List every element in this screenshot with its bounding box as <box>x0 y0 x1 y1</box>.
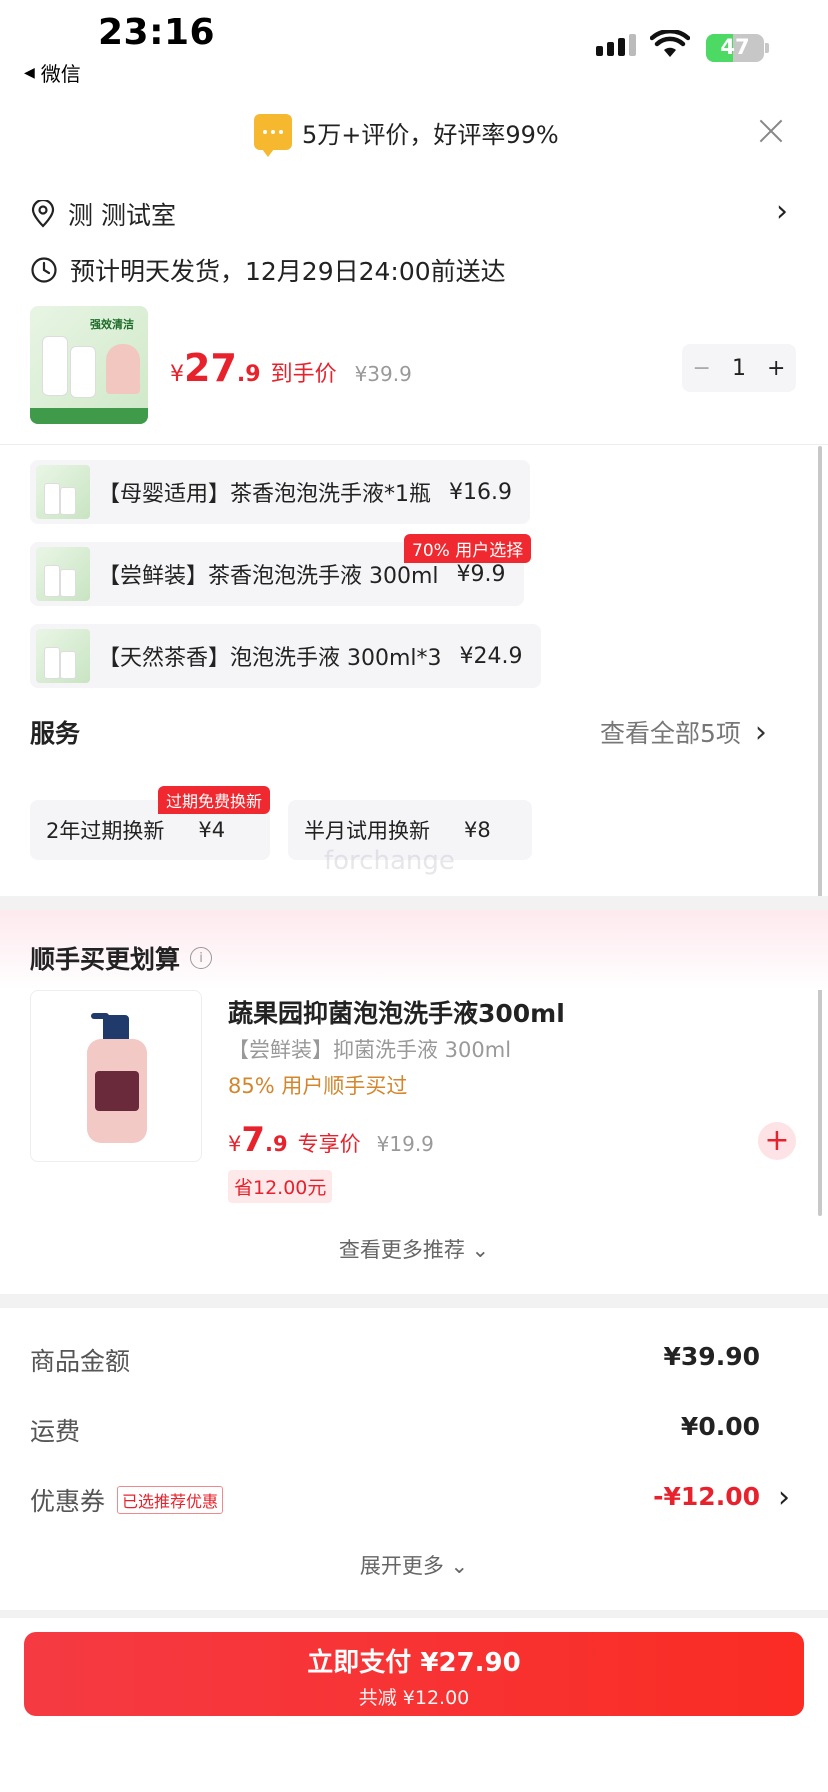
shipping-label: 运费 <box>30 1417 81 1446</box>
back-to-wechat[interactable]: ◀ 微信 <box>24 58 81 87</box>
price-decimal: .9 <box>236 362 261 387</box>
bundle-product-name[interactable]: 蔬果园抑菌泡泡洗手液300ml <box>228 994 565 1030</box>
services-title: 服务 <box>30 719 81 748</box>
quantity-stepper[interactable]: − 1 + <box>682 344 796 392</box>
sku-option[interactable]: 【天然茶香】泡泡洗手液 300ml*3 ¥24.9 <box>30 624 541 688</box>
bundle-product-image[interactable] <box>30 990 202 1162</box>
divider <box>0 444 828 445</box>
bundle-original-price: ¥19.9 <box>376 1132 434 1156</box>
address-row[interactable]: 测 测试室 <box>30 196 176 232</box>
bundle-price-integer: 7 <box>241 1120 266 1160</box>
bundle-product-price: ¥ 7 .9 专享价 ¥19.9 <box>228 1120 434 1160</box>
rating-banner: 5万+评价，好评率99% <box>254 114 559 157</box>
product-price: ¥ 27 .9 到手价 ¥39.9 <box>170 346 412 390</box>
sku-price: ¥9.9 <box>456 561 506 587</box>
bundle-price-label: 专享价 <box>297 1132 361 1156</box>
cellular-signal-icon <box>596 34 636 56</box>
sku-price: ¥24.9 <box>459 643 523 669</box>
back-arrow-icon: ◀ <box>24 64 35 81</box>
pay-discount-label: 共减 ¥12.00 <box>358 1687 470 1709</box>
battery-tip <box>765 43 769 53</box>
bundle-title-text: 顺手买更划算 <box>30 945 181 974</box>
sku-option[interactable]: 【母婴适用】茶香泡泡洗手液*1瓶 ¥16.9 <box>30 460 530 524</box>
section-gap <box>0 1294 828 1308</box>
sku-label: 【母婴适用】茶香泡泡洗手液*1瓶 <box>98 482 431 507</box>
more-recommendations-link[interactable]: 查看更多推荐 ⌄ <box>0 1234 828 1264</box>
quantity-value: 1 <box>731 355 746 381</box>
goods-amount-label: 商品金额 <box>30 1347 131 1376</box>
coupon-tag: 已选推荐优惠 <box>117 1486 224 1514</box>
coupon-value: -¥12.00 <box>653 1482 760 1511</box>
sku-thumbnail <box>36 465 90 519</box>
decrease-button[interactable]: − <box>693 356 711 381</box>
coupon-row[interactable]: 优惠券 已选推荐优惠 <box>30 1482 224 1518</box>
clock-icon <box>31 257 57 283</box>
chevron-right-icon[interactable]: › <box>776 194 788 229</box>
back-label: 微信 <box>40 62 81 86</box>
price-integer: 27 <box>184 346 237 390</box>
wifi-icon <box>649 28 691 64</box>
section-gap <box>0 1610 828 1618</box>
service-price: ¥8 <box>464 818 491 842</box>
info-icon[interactable]: i <box>190 947 213 969</box>
section-gap <box>0 896 828 910</box>
goods-amount-value: ¥39.90 <box>663 1342 760 1371</box>
delivery-row: 预计明天发货，12月29日24:00前送达 <box>30 252 506 288</box>
sku-label: 【天然茶香】泡泡洗手液 300ml*3 <box>98 646 442 671</box>
coupon-label: 优惠券 <box>30 1487 106 1516</box>
service-label: 2年过期换新 <box>46 819 165 843</box>
close-icon[interactable] <box>756 116 786 146</box>
price-label: 到手价 <box>270 362 337 387</box>
price-currency: ¥ <box>170 362 184 387</box>
watermark: forchange <box>324 846 455 876</box>
pay-now-label: 立即支付 ¥27.90 <box>307 1648 521 1678</box>
location-pin-icon <box>31 200 55 228</box>
delivery-text: 预计明天发货，12月29日24:00前送达 <box>70 257 506 286</box>
services-view-all[interactable]: 查看全部5项 › <box>600 714 767 750</box>
sku-thumbnail <box>36 629 90 683</box>
bundle-save-badge: 省12.00元 <box>228 1170 333 1203</box>
increase-button[interactable]: + <box>767 356 785 381</box>
sku-thumbnail <box>36 547 90 601</box>
bundle-product-stat: 85% 用户顺手买过 <box>228 1074 408 1098</box>
pay-now-button[interactable]: 立即支付 ¥27.90 共减 ¥12.00 <box>24 1632 804 1716</box>
chevron-right-icon: › <box>754 714 767 750</box>
original-price: ¥39.9 <box>354 362 412 386</box>
sku-label: 【尝鲜装】茶香泡泡洗手液 300ml <box>98 564 439 589</box>
service-price: ¥4 <box>198 818 226 842</box>
address-text: 测 测试室 <box>68 201 176 230</box>
bundle-price-decimal: .9 <box>265 1132 288 1156</box>
battery-level: 47 <box>720 35 750 59</box>
rating-text: 5万+评价，好评率99% <box>302 120 559 149</box>
shipping-value: ¥0.00 <box>680 1412 760 1441</box>
battery-icon: 47 <box>706 34 764 62</box>
product-image[interactable]: 强效清洁 <box>30 306 148 424</box>
bundle-title: 顺手买更划算 i <box>30 940 213 976</box>
bundle-product-spec: 【尝鲜装】抑菌洗手液 300ml <box>228 1038 512 1062</box>
sku-popular-badge: 70% 用户选择 <box>404 534 532 563</box>
chat-bubble-icon <box>254 114 292 157</box>
service-label: 半月试用换新 <box>304 819 430 843</box>
expand-more-link[interactable]: 展开更多 ⌄ <box>0 1550 828 1580</box>
bundle-price-currency: ¥ <box>228 1132 242 1156</box>
status-time: 23:16 <box>98 12 216 53</box>
sku-price: ¥16.9 <box>449 479 512 505</box>
chevron-right-icon[interactable]: › <box>778 1480 790 1515</box>
add-bundle-button[interactable]: + <box>758 1122 796 1160</box>
services-view-all-label: 查看全部5项 <box>600 719 741 748</box>
service-badge: 过期免费换新 <box>158 786 271 814</box>
scrollbar[interactable] <box>818 446 822 1216</box>
